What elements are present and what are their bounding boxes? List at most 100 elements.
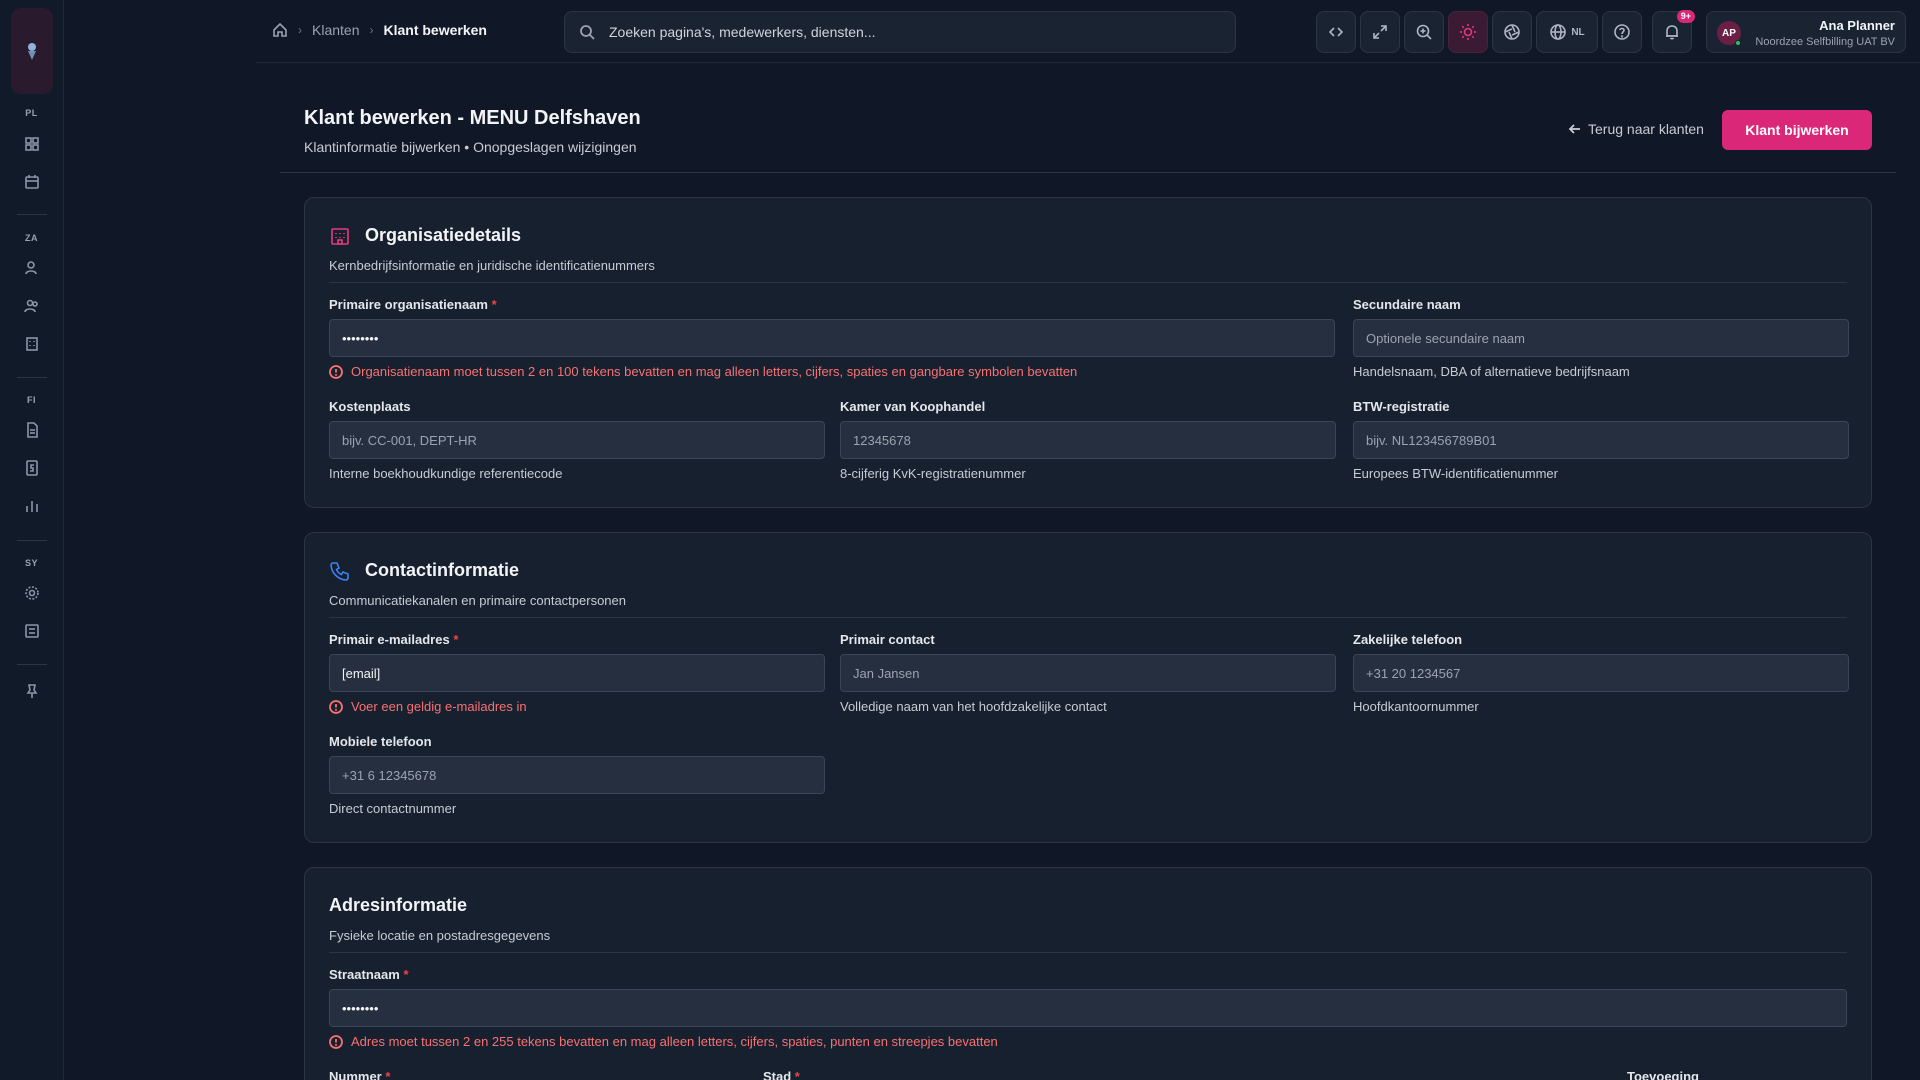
organization-details-card: Organisatiedetails Kernbedrijfsinformati… (304, 197, 1872, 508)
business-phone-label: Zakelijke telefoon (1353, 632, 1463, 647)
phone-icon (329, 560, 351, 582)
email-label: Primair e-mailadres * (329, 632, 459, 647)
vat-field[interactable]: bijv. NL123456789B01 (1353, 421, 1849, 459)
document-icon[interactable] (22, 420, 42, 440)
sidebar: PL ZA FI SY (0, 0, 64, 1080)
mobile-phone-label: Mobiele telefoon (329, 734, 432, 749)
collapse-button[interactable] (1316, 11, 1356, 53)
address-information-card: Adresinformatie Fysieke locatie en posta… (304, 867, 1872, 1080)
street-error: Adres moet tussen 2 en 255 tekens bevatt… (329, 1034, 998, 1049)
sidebar-section-za: ZA (25, 233, 38, 243)
bell-icon (1666, 25, 1678, 40)
street-field[interactable]: •••••••• (329, 989, 1847, 1027)
header-divider (280, 172, 1896, 173)
mobile-phone-field[interactable]: +31 6 12345678 (329, 756, 825, 794)
logo-icon (28, 43, 36, 60)
back-link-label: Terug naar klanten (1588, 121, 1704, 137)
search-input[interactable]: Zoeken pagina's, medewerkers, diensten..… (564, 11, 1236, 53)
number-label: Nummer * (329, 1069, 391, 1080)
kvk-field[interactable]: 12345678 (840, 421, 1336, 459)
card-divider (329, 952, 1847, 953)
page-subtitle: Klantinformatie bijwerken • Onopgeslagen… (304, 139, 637, 155)
kvk-help: 8-cijferig KvK-registratienummer (840, 466, 1026, 481)
aperture-button[interactable] (1492, 11, 1532, 53)
app-logo[interactable] (11, 8, 53, 94)
language-button[interactable]: NL (1536, 11, 1598, 53)
primary-contact-field[interactable]: Jan Jansen (840, 654, 1336, 692)
secondary-name-help: Handelsnaam, DBA of alternatieve bedrijf… (1353, 364, 1630, 379)
sidebar-section-sy: SY (24, 558, 38, 568)
update-client-button[interactable]: Klant bijwerken (1722, 110, 1872, 150)
cost-center-label: Kostenplaats (329, 399, 411, 414)
primary-name-error: Organisatienaam moet tussen 2 en 100 tek… (329, 364, 1077, 379)
user-name: Ana Planner (1819, 18, 1895, 33)
aperture-icon (1504, 24, 1520, 40)
user-settings-icon[interactable] (22, 258, 42, 278)
street-label: Straatnaam * (329, 967, 409, 982)
card-title: Contactinformatie (365, 560, 520, 580)
addition-label: Toevoeging (1627, 1069, 1699, 1080)
cost-center-help: Interne boekhoudkundige referentiecode (329, 466, 563, 481)
dashboard-icon[interactable] (22, 134, 42, 154)
page-title: Klant bewerken - MENU Delfshaven (304, 107, 641, 129)
mobile-phone-help: Direct contactnummer (329, 801, 457, 816)
secondary-name-field[interactable]: Optionele secundaire naam (1353, 319, 1849, 357)
theme-toggle-button[interactable] (1448, 11, 1488, 53)
logs-icon[interactable] (22, 621, 42, 641)
primary-contact-label: Primair contact (840, 632, 935, 647)
help-icon (1614, 24, 1630, 40)
arrow-left-icon (1568, 124, 1580, 134)
home-icon[interactable] (272, 22, 288, 38)
primary-name-field[interactable]: •••••••• (329, 319, 1335, 357)
notifications-button[interactable]: 9+ (1652, 10, 1695, 53)
card-title: Organisatiedetails (365, 225, 522, 245)
secondary-name-label: Secundaire naam (1353, 297, 1461, 312)
primary-name-label: Primaire organisatienaam * (329, 297, 497, 312)
language-code: NL (1571, 26, 1585, 38)
zoom-in-icon (1416, 24, 1432, 40)
primary-contact-help: Volledige naam van het hoofdzakelijke co… (840, 699, 1107, 714)
cost-center-field[interactable]: bijv. CC-001, DEPT-HR (329, 421, 825, 459)
user-menu[interactable]: AP Ana Planner Noordzee Selfbilling UAT … (1706, 11, 1906, 53)
expand-icon (1373, 25, 1387, 39)
chart-icon[interactable] (22, 496, 42, 516)
vat-label: BTW-registratie (1353, 399, 1450, 414)
online-status-dot (1735, 40, 1741, 46)
breadcrumb: › Klanten › Klant bewerken (272, 22, 487, 38)
breadcrumb-current: Klant bewerken (383, 22, 487, 38)
card-divider (329, 282, 1847, 283)
users-icon[interactable] (22, 296, 42, 316)
back-to-clients-link[interactable]: Terug naar klanten (1568, 121, 1704, 137)
notifications-badge: 9+ (1676, 10, 1695, 23)
business-phone-field[interactable]: +31 20 1234567 (1353, 654, 1849, 692)
building-icon[interactable] (22, 334, 42, 354)
globe-icon (1550, 24, 1567, 40)
sidebar-section-pl: PL (25, 108, 38, 118)
pin-icon[interactable] (22, 681, 42, 701)
help-button[interactable] (1602, 11, 1642, 53)
email-error: Voer een geldig e-mailadres in (329, 699, 527, 714)
gear-icon[interactable] (22, 583, 42, 603)
invoice-icon[interactable] (22, 458, 42, 478)
breadcrumb-clients[interactable]: Klanten (312, 22, 359, 38)
search-placeholder: Zoeken pagina's, medewerkers, diensten..… (609, 24, 876, 40)
contact-information-card: Contactinformatie Communicatiekanalen en… (304, 532, 1872, 843)
vat-help: Europees BTW-identificatienummer (1353, 466, 1558, 481)
sidebar-section-fi: FI (27, 395, 36, 405)
card-description: Fysieke locatie en postadresgegevens (329, 928, 551, 943)
user-organization: Noordzee Selfbilling UAT BV (1755, 36, 1895, 48)
alert-circle-icon (329, 1034, 343, 1049)
fullscreen-button[interactable] (1360, 11, 1400, 53)
alert-circle-icon (329, 699, 343, 714)
email-field[interactable]: [email] (329, 654, 825, 692)
calendar-icon[interactable] (22, 172, 42, 192)
card-title: Adresinformatie (329, 895, 468, 915)
business-phone-help: Hoofdkantoornummer (1353, 699, 1479, 714)
card-description: Kernbedrijfsinformatie en juridische ide… (329, 258, 655, 273)
alert-circle-icon (329, 364, 343, 379)
kvk-label: Kamer van Koophandel (840, 399, 986, 414)
building-icon (329, 225, 351, 247)
zoom-button[interactable] (1404, 11, 1444, 53)
search-icon (580, 25, 595, 40)
sun-icon (1460, 24, 1476, 40)
